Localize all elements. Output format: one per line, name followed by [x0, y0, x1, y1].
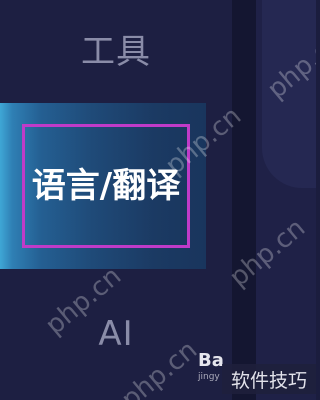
- app-screen: 工具 语言/翻译 AI php.cn php.cn php.cn php.cn …: [0, 0, 316, 400]
- site-tag-label: 软件技巧: [222, 364, 316, 394]
- sidebar-divider: [232, 0, 256, 400]
- sidebar-item-tools[interactable]: 工具: [0, 22, 232, 74]
- sidebar-item-language-translate-label: 语言/翻译: [31, 166, 181, 206]
- baidu-watermark-sub: jingy: [198, 372, 220, 382]
- annotation-highlight-box: 语言/翻译: [22, 124, 190, 248]
- baidu-watermark: Ba: [198, 350, 224, 371]
- sidebar-item-ai-label: AI: [98, 314, 134, 354]
- sidebar-item-tools-label: 工具: [81, 31, 151, 72]
